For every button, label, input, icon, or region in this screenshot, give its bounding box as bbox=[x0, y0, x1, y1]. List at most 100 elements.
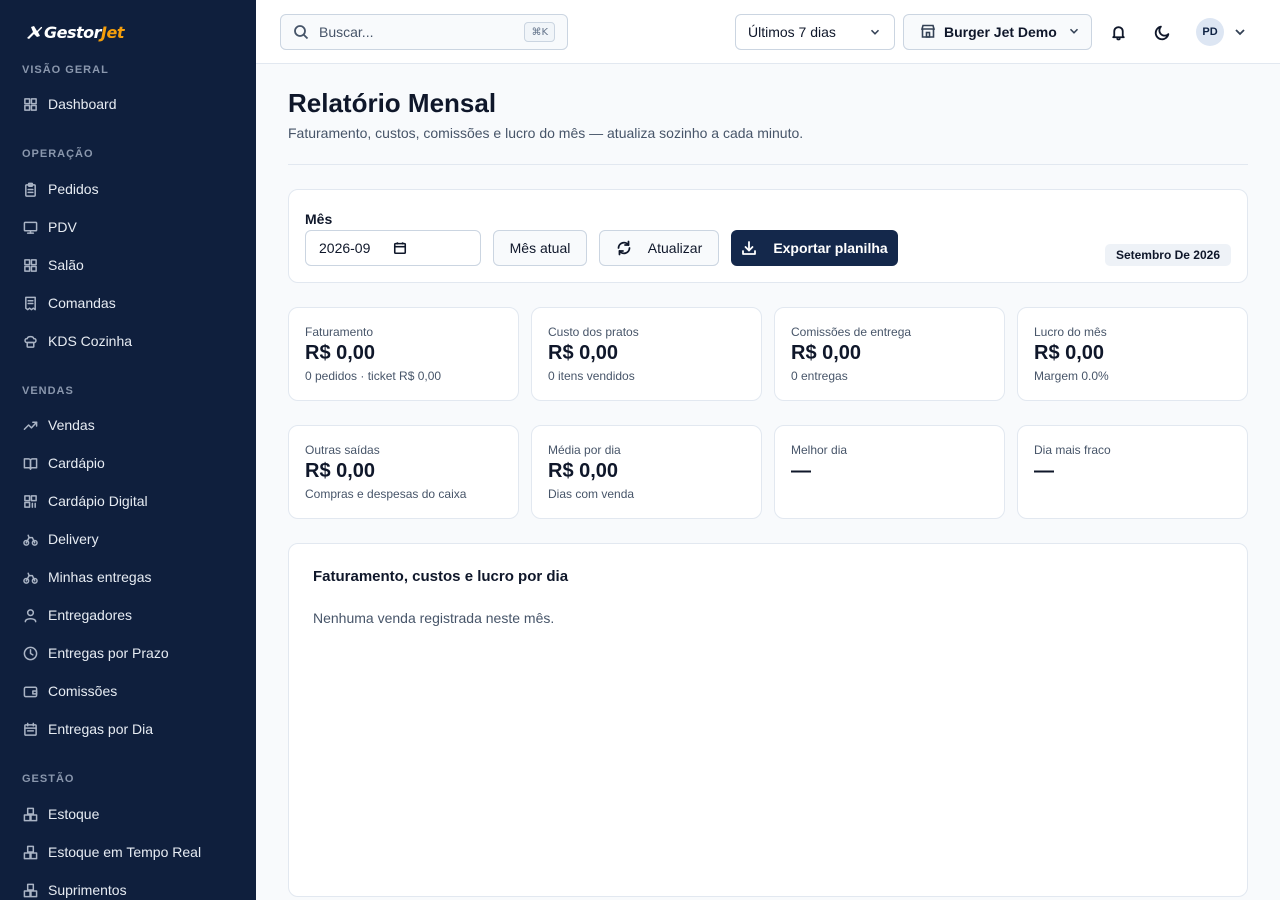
chevron-down-icon bbox=[1067, 24, 1081, 41]
user-avatar[interactable]: PD bbox=[1196, 18, 1224, 46]
sidebar-item-cardapio[interactable]: Cardápio bbox=[0, 446, 256, 480]
sidebar-item-label: Entregas por Prazo bbox=[48, 645, 169, 661]
month-input-value: 2026-09 bbox=[319, 240, 371, 256]
monitor-icon bbox=[22, 219, 38, 235]
page-subtitle: Faturamento, custos, comissões e lucro d… bbox=[288, 125, 804, 141]
kpi-value: R$ 0,00 bbox=[548, 342, 619, 364]
sidebar-item-label: KDS Cozinha bbox=[48, 333, 133, 349]
kpi-subtext: Margem 0.0% bbox=[1034, 369, 1109, 383]
chart-empty-message: Nenhuma venda registrada neste mês. bbox=[313, 610, 555, 626]
kpi-label: Custo dos pratos bbox=[548, 325, 639, 339]
store-select[interactable]: Burger Jet Demo bbox=[903, 14, 1092, 50]
period-select-value: Últimos 7 dias bbox=[748, 24, 836, 40]
kpi-card-melhor-dia: Melhor dia — bbox=[774, 425, 1005, 519]
moon-icon bbox=[1154, 25, 1169, 40]
boxes-icon bbox=[22, 882, 38, 898]
kpi-card-outras-saidas: Outras saídas R$ 0,00 Compras e despesas… bbox=[288, 425, 519, 519]
refresh-button[interactable]: Atualizar bbox=[599, 230, 719, 266]
kpi-subtext: 0 entregas bbox=[791, 369, 848, 383]
sidebar-item-cardapio-digital[interactable]: Cardápio Digital bbox=[0, 484, 256, 518]
kpi-card-custo-pratos: Custo dos pratos R$ 0,00 0 itens vendido… bbox=[531, 307, 762, 401]
logo-text-main: Gestor bbox=[44, 22, 102, 42]
sidebar-item-dashboard[interactable]: Dashboard bbox=[0, 87, 256, 121]
kpi-card-dia-mais-fraco: Dia mais fraco — bbox=[1017, 425, 1248, 519]
sidebar-item-label: Comandas bbox=[48, 295, 116, 311]
current-month-button[interactable]: Mês atual bbox=[493, 230, 587, 266]
kpi-value: — bbox=[1034, 460, 1054, 482]
kpi-value: — bbox=[791, 460, 811, 482]
sidebar-item-label: Entregadores bbox=[48, 607, 133, 623]
sidebar-item-suprimentos[interactable]: Suprimentos bbox=[0, 873, 256, 900]
sidebar-item-minhas-entregas[interactable]: Minhas entregas bbox=[0, 560, 256, 594]
month-badge: Setembro De 2026 bbox=[1104, 244, 1231, 266]
month-input[interactable]: 2026-09 bbox=[305, 230, 481, 266]
sidebar-item-entregas-por-prazo[interactable]: Entregas por Prazo bbox=[0, 636, 256, 670]
sidebar-item-pedidos[interactable]: Pedidos bbox=[0, 172, 256, 206]
sidebar-item-label: PDV bbox=[48, 219, 77, 235]
period-select[interactable]: Últimos 7 dias bbox=[735, 14, 895, 50]
theme-toggle-button[interactable] bbox=[1150, 20, 1174, 44]
sidebar-item-label: Delivery bbox=[48, 531, 99, 547]
kpi-label: Melhor dia bbox=[791, 443, 848, 457]
kpi-value: R$ 0,00 bbox=[791, 342, 862, 364]
month-filter-card: Mês 2026-09 Mês atual Atualizar Exportar… bbox=[288, 189, 1248, 283]
sidebar-section-visao-geral: VISÃO GERAL bbox=[22, 64, 109, 76]
sidebar-item-label: Entregas por Dia bbox=[48, 721, 154, 737]
user-icon bbox=[22, 607, 38, 623]
notifications-button[interactable] bbox=[1106, 20, 1130, 44]
month-label: Mês bbox=[305, 211, 333, 227]
sidebar-item-label: Cardápio Digital bbox=[48, 493, 148, 509]
sidebar-item-pdv[interactable]: PDV bbox=[0, 210, 256, 244]
kpi-label: Média por dia bbox=[548, 443, 621, 457]
store-icon bbox=[920, 23, 936, 42]
sidebar-item-entregadores[interactable]: Entregadores bbox=[0, 598, 256, 632]
sidebar-item-label: Minhas entregas bbox=[48, 569, 152, 585]
user-menu-chevron-icon[interactable] bbox=[1232, 24, 1248, 45]
sidebar-item-label: Suprimentos bbox=[48, 882, 127, 898]
kpi-value: R$ 0,00 bbox=[1034, 342, 1105, 364]
page-title: Relatório Mensal bbox=[288, 88, 497, 118]
chevron-down-icon bbox=[868, 25, 882, 42]
sidebar-section-operacao: OPERAÇÃO bbox=[22, 148, 94, 160]
sidebar-item-label: Pedidos bbox=[48, 181, 99, 197]
logo-text-accent: Jet bbox=[101, 22, 124, 42]
grid-icon bbox=[22, 257, 38, 273]
search-icon bbox=[294, 25, 309, 40]
refresh-icon bbox=[617, 240, 631, 256]
app-logo[interactable]: GestorJet bbox=[25, 20, 124, 44]
sidebar-item-estoque-tempo-real[interactable]: Estoque em Tempo Real bbox=[0, 835, 256, 869]
daily-chart-card: Faturamento, custos e lucro por dia Nenh… bbox=[288, 543, 1248, 897]
export-spreadsheet-button[interactable]: Exportar planilha bbox=[731, 230, 898, 266]
kpi-label: Lucro do mês bbox=[1034, 325, 1107, 339]
kpi-card-lucro-mes: Lucro do mês R$ 0,00 Margem 0.0% bbox=[1017, 307, 1248, 401]
search-shortcut: ⌘K bbox=[524, 22, 555, 42]
bike-icon bbox=[22, 531, 38, 547]
sidebar-item-kds-cozinha[interactable]: KDS Cozinha bbox=[0, 324, 256, 358]
kpi-value: R$ 0,00 bbox=[305, 460, 376, 482]
clock-icon bbox=[22, 645, 38, 661]
clipboard-icon bbox=[22, 181, 38, 197]
sidebar-item-vendas[interactable]: Vendas bbox=[0, 408, 256, 442]
trending-up-icon bbox=[22, 417, 38, 433]
wallet-icon bbox=[22, 683, 38, 699]
calendar-icon[interactable] bbox=[393, 241, 407, 258]
sidebar-item-label: Vendas bbox=[48, 417, 95, 433]
sidebar-item-label: Comissões bbox=[48, 683, 118, 699]
search-placeholder: Buscar... bbox=[319, 24, 374, 40]
search-input[interactable]: Buscar... ⌘K bbox=[280, 14, 568, 50]
sidebar-item-estoque[interactable]: Estoque bbox=[0, 797, 256, 831]
sidebar-item-entregas-por-dia[interactable]: Entregas por Dia bbox=[0, 712, 256, 746]
bike-icon bbox=[22, 569, 38, 585]
jet-logo-icon bbox=[27, 26, 43, 39]
kpi-card-media-dia: Média por dia R$ 0,00 Dias com venda bbox=[531, 425, 762, 519]
refresh-button-label: Atualizar bbox=[647, 240, 703, 256]
sidebar-section-gestao: GESTÃO bbox=[22, 773, 75, 785]
export-button-label: Exportar planilha bbox=[773, 240, 888, 256]
sidebar-item-delivery[interactable]: Delivery bbox=[0, 522, 256, 556]
sidebar-item-comandas[interactable]: Comandas bbox=[0, 286, 256, 320]
kpi-subtext: Dias com venda bbox=[548, 487, 635, 501]
sidebar-item-comissoes[interactable]: Comissões bbox=[0, 674, 256, 708]
kpi-subtext: 0 pedidos · ticket R$ 0,00 bbox=[305, 369, 442, 383]
sidebar-item-salao[interactable]: Salão bbox=[0, 248, 256, 282]
qr-code-icon bbox=[22, 493, 38, 509]
